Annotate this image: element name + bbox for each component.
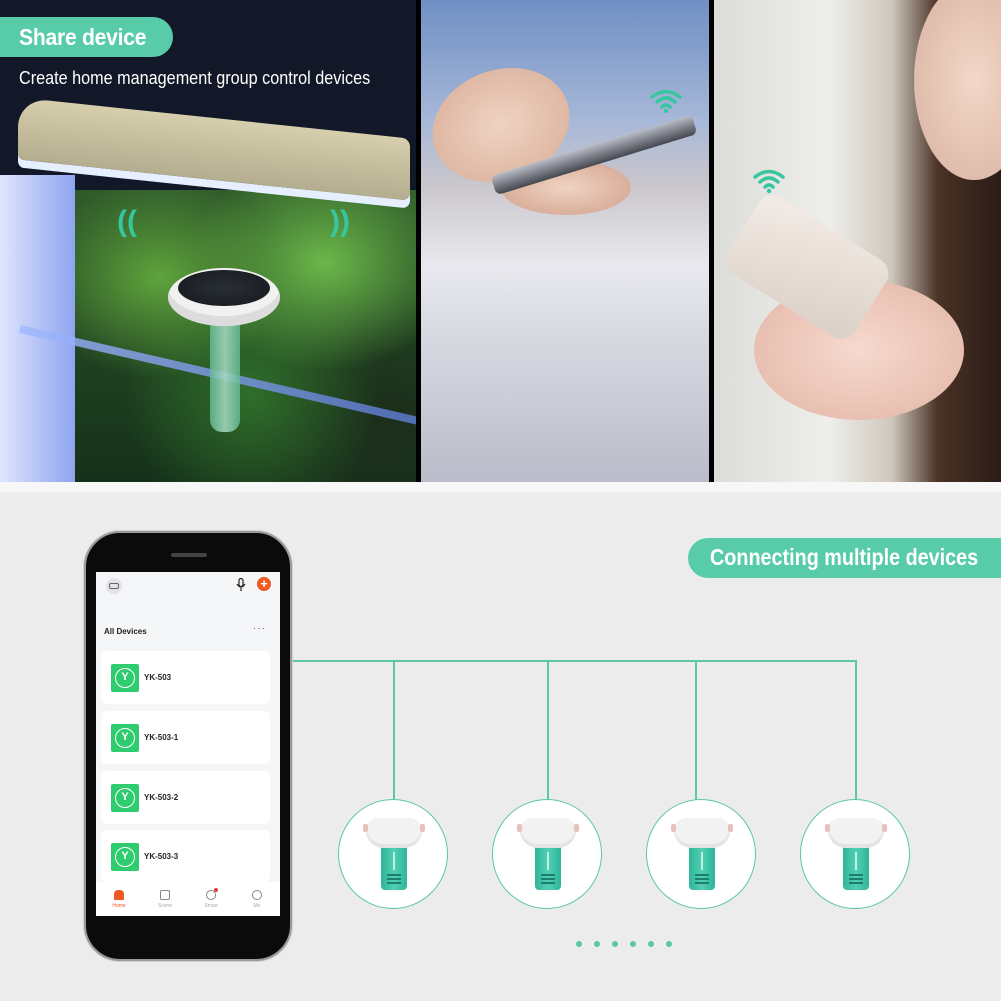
indicator-dot: [576, 941, 582, 947]
profile-icon: [252, 889, 262, 900]
indicator-dot: [666, 941, 672, 947]
sensor-probe: [843, 846, 869, 890]
more-devices-indicator: [576, 941, 672, 947]
sensor-device-node: [800, 799, 910, 909]
solar-panel: [178, 270, 270, 306]
sensor-probe: [381, 846, 407, 890]
add-device-button[interactable]: +: [257, 577, 271, 591]
sensor-head: [825, 818, 887, 848]
wifi-icon: [753, 169, 785, 194]
device-list-item[interactable]: Y YK-503-2: [101, 771, 270, 824]
woman-phone-photo: [714, 0, 1001, 482]
water-sensor-icon: Y: [111, 843, 139, 871]
microphone-icon[interactable]: [236, 578, 246, 592]
indicator-dot: [648, 941, 654, 947]
aquarium-lamp: [18, 97, 410, 201]
sensor-device-node: [646, 799, 756, 909]
phone-speaker: [171, 553, 207, 557]
sensor-head: [517, 818, 579, 848]
phone-mockup: + All Devices ··· Y YK-503 Y YK-503-1 Y …: [84, 531, 292, 961]
share-device-title: Share device: [19, 24, 147, 50]
indicator-dot: [594, 941, 600, 947]
device-list-item[interactable]: Y YK-503: [101, 651, 270, 704]
device-list-item[interactable]: Y YK-503-1: [101, 711, 270, 764]
app-screen: + All Devices ··· Y YK-503 Y YK-503-1 Y …: [96, 572, 280, 916]
bottom-tab-bar: Home Scene Smart Me: [96, 882, 280, 916]
app-header: +: [96, 572, 280, 602]
smart-icon: [206, 887, 218, 900]
tab-home[interactable]: Home: [96, 882, 142, 916]
device-list-item[interactable]: Y YK-503-3: [101, 830, 270, 883]
device-name: YK-503: [144, 673, 172, 682]
indicator-dot: [630, 941, 636, 947]
share-device-subtitle: Create home management group control dev…: [19, 68, 371, 88]
scene-icon: [160, 889, 170, 900]
wifi-icon: [650, 89, 682, 114]
all-devices-title: All Devices: [104, 627, 147, 636]
sensor-probe: [689, 846, 715, 890]
tab-scene[interactable]: Scene: [142, 882, 188, 916]
sensor-probe: [535, 846, 561, 890]
water-sensor-icon: Y: [111, 724, 139, 752]
device-name: YK-503-1: [144, 733, 179, 742]
signal-waves-left-icon: ((: [117, 205, 137, 238]
connecting-devices-title: Connecting multiple devices: [710, 544, 979, 570]
device-name: YK-503-3: [144, 852, 179, 861]
indicator-dot: [612, 941, 618, 947]
water-sensor-icon: Y: [111, 664, 139, 692]
divider-band: [0, 482, 1001, 492]
home-icon: [114, 889, 124, 900]
water-sensor-icon: Y: [111, 784, 139, 812]
home-switcher-icon[interactable]: [106, 578, 122, 594]
sensor-head: [671, 818, 733, 848]
sensor-device-node: [338, 799, 448, 909]
sensor-head: [363, 818, 425, 848]
device-name: YK-503-2: [144, 793, 179, 802]
tab-me[interactable]: Me: [234, 882, 280, 916]
sensor-probe: [210, 322, 240, 432]
more-options-icon[interactable]: ···: [253, 623, 266, 634]
face: [914, 0, 1001, 180]
hands-phone-photo: [421, 0, 709, 482]
tab-smart[interactable]: Smart: [188, 882, 234, 916]
signal-waves-right-icon: )): [330, 205, 350, 238]
sensor-device-node: [492, 799, 602, 909]
